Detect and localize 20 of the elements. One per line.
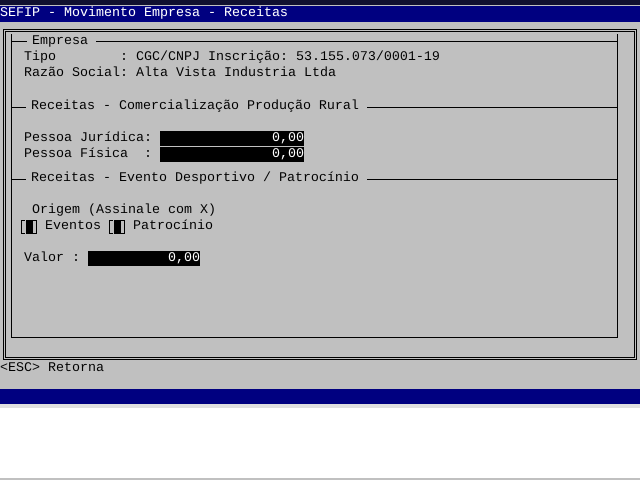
field-label: Pessoa Jurídica:	[24, 131, 152, 147]
field-label: Valor :	[24, 251, 80, 267]
section-title: Receitas - Evento Desportivo / Patrocínio	[31, 171, 359, 187]
section-title: Receitas - Comercialização Produção Rural	[31, 99, 359, 115]
checkbox-label: Eventos	[45, 219, 101, 235]
input-field[interactable]: 0,00	[88, 251, 200, 266]
mark-field[interactable]	[109, 220, 125, 234]
checkbox-label: Patrocínio	[133, 219, 213, 235]
field-value: Alta Vista Industria Ltda	[136, 66, 336, 82]
field-label: Razão Social:	[24, 66, 128, 82]
key-hint: <ESC> Retorna	[0, 361, 104, 376]
section-title: Empresa	[32, 34, 88, 50]
field-value: CGC/CNPJ Inscrição: 53.155.073/0001-19	[136, 50, 440, 66]
field-label: Tipo :	[24, 50, 128, 66]
instruction-text: Origem (Assinale com X)	[32, 203, 216, 219]
input-field[interactable]: 0,00	[160, 131, 304, 146]
window-title: SEFIP - Movimento Empresa - Receitas	[0, 6, 288, 22]
field-label: Pessoa Física :	[24, 147, 152, 163]
input-field[interactable]: 0,00	[160, 147, 304, 162]
mark-field[interactable]	[21, 220, 37, 234]
